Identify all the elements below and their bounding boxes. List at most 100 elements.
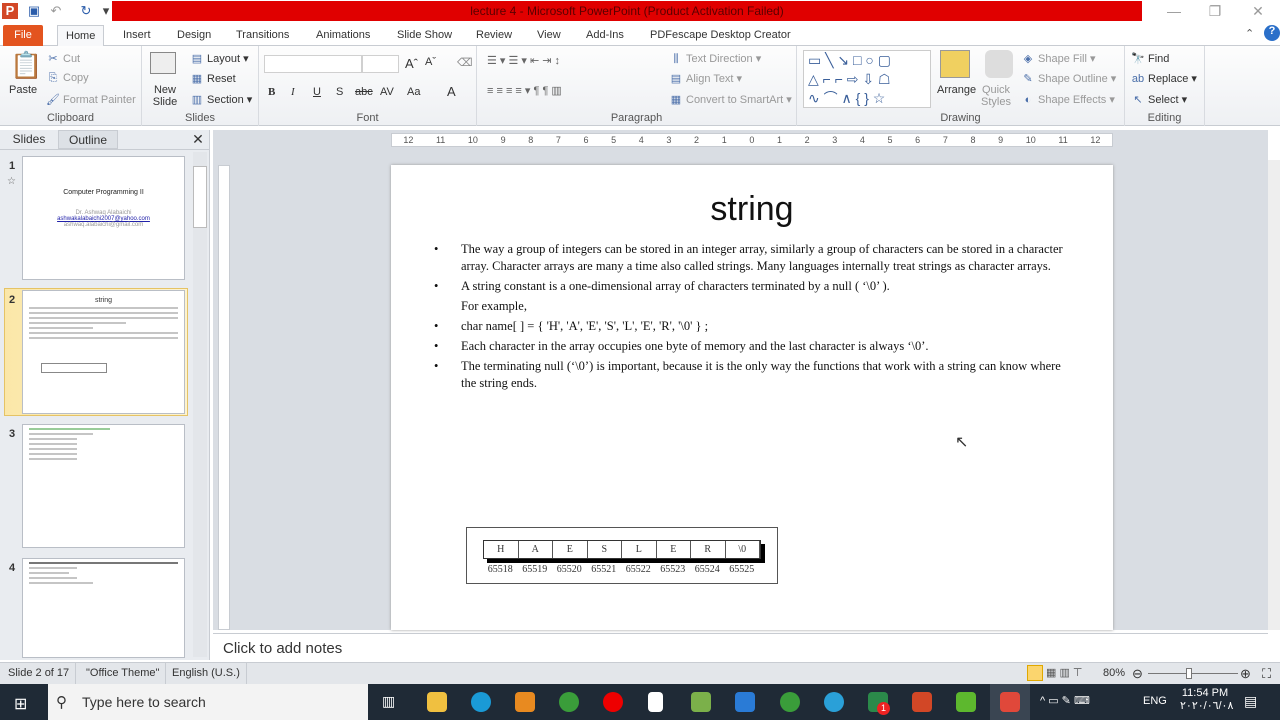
find-button[interactable]: 🔭 Find (1131, 52, 1169, 65)
slide-thumbnail-2[interactable]: string (22, 290, 185, 414)
reset-button[interactable]: ▦ Reset (190, 72, 236, 85)
cut-button[interactable]: ✂ Cut (46, 52, 80, 65)
document-icon[interactable] (648, 692, 663, 712)
quick-styles-button[interactable]: Quick Styles (979, 84, 1013, 108)
panel-scrollbar[interactable] (193, 152, 207, 657)
slide-body[interactable]: • The way a group of integers can be sto… (431, 241, 1071, 395)
slide-thumbnail-1[interactable]: Computer Programming II Dr. Ashwaq Alaba… (22, 156, 185, 280)
shape-fill-button[interactable]: ◈ Shape Fill ▾ (1021, 52, 1096, 65)
clock[interactable]: 11:54 PM ٢٠٢٠/٠٦/٠٨ (1180, 687, 1233, 712)
change-case-button[interactable]: Aa (407, 86, 420, 98)
zoom-slider-thumb[interactable] (1185, 668, 1192, 679)
close-panel-button[interactable]: ✕ (188, 130, 208, 149)
chrome-profile-icon[interactable] (780, 692, 800, 712)
shape-outline-button[interactable]: ✎ Shape Outline ▾ (1021, 72, 1116, 85)
zoom-out-icon[interactable]: ⊖ (1132, 663, 1143, 684)
paste-button[interactable]: Paste (9, 84, 37, 96)
tab-design[interactable]: Design (169, 25, 219, 46)
media-player-icon[interactable] (515, 692, 535, 712)
minimize-button[interactable]: — (1152, 0, 1196, 22)
shrink-font-button[interactable]: Aˇ (425, 56, 436, 68)
help-icon[interactable]: ? (1264, 25, 1280, 41)
font-color-button[interactable]: A (447, 84, 456, 99)
section-button[interactable]: ▥ Section ▾ (190, 93, 252, 106)
text-direction-button[interactable]: ⫼ Text Direction ▾ (669, 52, 761, 66)
zoom-in-icon[interactable]: ⊕ (1240, 663, 1251, 684)
theme-name[interactable]: "Office Theme" (80, 663, 167, 684)
notes-pane[interactable]: Click to add notes (213, 633, 1268, 662)
tab-slides[interactable]: Slides (0, 130, 58, 149)
zoom-slider[interactable] (1148, 668, 1238, 679)
new-slide-button[interactable]: New Slide (150, 84, 180, 108)
font-name-select[interactable] (264, 55, 362, 73)
grow-font-button[interactable]: Aˆ (405, 56, 418, 71)
windows-start-icon[interactable]: ⊞ (14, 694, 27, 714)
tab-animations[interactable]: Animations (308, 25, 378, 46)
italic-button[interactable]: I (291, 86, 295, 98)
slide-thumbnail-4[interactable] (22, 558, 185, 658)
tray-icons[interactable]: ^ ▭ ✎ ⌨ (1040, 694, 1090, 707)
telegram-icon[interactable] (824, 692, 844, 712)
tab-review[interactable]: Review (468, 25, 520, 46)
convert-smartart-button[interactable]: ▦ Convert to SmartArt ▾ (669, 93, 792, 106)
view-icons[interactable]: ▦ ▥ ⊤ (1046, 663, 1082, 684)
normal-view-icon[interactable] (1027, 665, 1043, 681)
taskbar-search[interactable]: Type here to search (48, 684, 368, 720)
font-size-select[interactable] (362, 55, 399, 73)
tab-transitions[interactable]: Transitions (228, 25, 297, 46)
task-view-icon[interactable]: ▥ (382, 693, 395, 710)
chrome-icon[interactable] (559, 692, 579, 712)
arrange-button[interactable]: Arrange (937, 84, 976, 96)
notepad-icon[interactable] (691, 692, 711, 712)
slide[interactable]: string • The way a group of integers can… (391, 165, 1113, 630)
slide-thumbnail-3[interactable] (22, 424, 185, 548)
tab-pdfescape[interactable]: PDFescape Desktop Creator (642, 25, 799, 46)
layout-button[interactable]: ▤ Layout ▾ (190, 52, 249, 65)
tab-slide-show[interactable]: Slide Show (389, 25, 460, 46)
tab-insert[interactable]: Insert (115, 25, 159, 46)
restore-button[interactable]: ❐ (1193, 0, 1237, 22)
clear-formatting-icon[interactable]: ⌫ (457, 56, 473, 69)
character-spacing-button[interactable]: AV (380, 86, 394, 98)
shape-effects-button[interactable]: ◐ Shape Effects ▾ (1021, 93, 1115, 106)
redo-icon[interactable]: ↻ (78, 3, 94, 19)
tab-add-ins[interactable]: Add-Ins (578, 25, 632, 46)
strikethrough-button[interactable]: abc (355, 86, 373, 98)
powerpoint-taskbar-icon[interactable] (912, 692, 932, 712)
copy-button[interactable]: ⎘ Copy (46, 72, 89, 85)
save-icon[interactable]: ▣ (26, 3, 42, 19)
select-button[interactable]: ↖ Select ▾ (1131, 93, 1187, 106)
input-language[interactable]: ENG (1143, 695, 1167, 707)
align-text-button[interactable]: ▤ Align Text ▾ (669, 72, 742, 85)
bold-button[interactable]: B (268, 86, 275, 98)
format-painter-button[interactable]: 🖌 Format Painter (46, 93, 136, 106)
collapse-ribbon-icon[interactable]: ⌃ (1245, 27, 1254, 40)
underline-button[interactable]: U (313, 86, 321, 98)
shadow-button[interactable]: S (336, 86, 343, 98)
slide-title[interactable]: string (391, 190, 1113, 229)
fit-slide-icon[interactable]: ⛶ (1262, 663, 1271, 684)
tab-file[interactable]: File (3, 25, 43, 46)
alignment-icons[interactable]: ≡ ≡ ≡ ≡ ▾ ¶ ¶ ▥ (487, 84, 562, 97)
shield-icon[interactable] (735, 692, 755, 712)
replace-button[interactable]: ab Replace ▾ (1131, 72, 1197, 85)
file-explorer-icon[interactable] (427, 692, 447, 712)
shapes-gallery[interactable]: ▭ ╲ ↘ □ ○ ▢ △ ⌐ ⌐ ⇨ ⇩ ☖ ∿ ⌒ ∧ { } ☆ (803, 50, 931, 108)
horizontal-ruler[interactable]: 12 11 10 9 8 7 6 5 4 3 2 1 0 1 2 3 4 5 6 7 8 9 10 11 12 (391, 133, 1113, 147)
vertical-ruler[interactable] (218, 165, 230, 630)
tab-view[interactable]: View (529, 25, 569, 46)
camtasia-icon[interactable] (956, 692, 976, 712)
tab-home[interactable]: Home (57, 25, 105, 46)
string-array-diagram[interactable]: H A E S L E R \0 65518 65519 65520 65521 65522 65523… (466, 527, 778, 584)
bullets-icon[interactable]: ☰ ▾ ☰ ▾ ⇤ ⇥ ↕ (487, 54, 560, 67)
tab-outline[interactable]: Outline (58, 130, 118, 149)
recorder-icon[interactable] (1000, 692, 1020, 712)
language[interactable]: English (U.S.) (166, 663, 247, 684)
notifications-icon[interactable]: ▤ (1244, 693, 1257, 710)
zoom-level[interactable]: 80% (1103, 663, 1125, 684)
editor-scrollbar[interactable] (1268, 160, 1280, 630)
close-button[interactable]: ✕ (1236, 0, 1280, 22)
edge-icon[interactable] (471, 692, 491, 712)
opera-icon[interactable] (603, 692, 623, 712)
undo-icon[interactable]: ↶ (48, 3, 64, 19)
